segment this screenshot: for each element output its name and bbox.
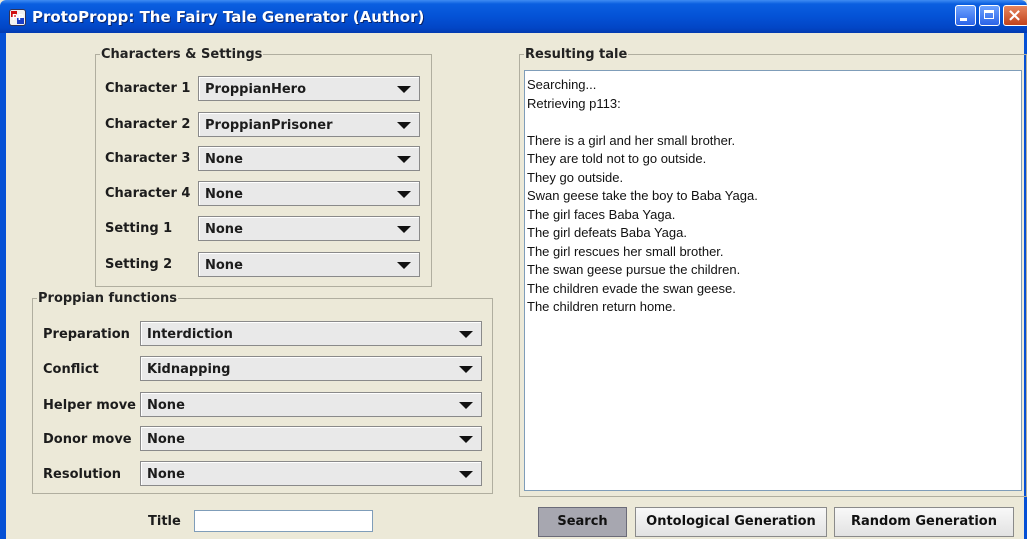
preparation-select[interactable]: Interdiction [140, 321, 482, 346]
character-4-select[interactable]: None [198, 181, 420, 206]
title-label: Title [148, 514, 181, 529]
tale-line: Searching... [527, 77, 597, 92]
setting-1-value: None [205, 222, 243, 237]
tale-line: The swan geese pursue the children. [527, 262, 741, 277]
chevron-down-icon [459, 366, 473, 373]
tale-line: The children evade the swan geese. [527, 280, 736, 296]
setting-2-label: Setting 2 [105, 257, 173, 272]
character-1-select[interactable]: ProppianHero [198, 76, 420, 101]
app-icon: PP [9, 9, 26, 26]
helper-move-value: None [147, 398, 185, 413]
conflict-select[interactable]: Kidnapping [140, 356, 482, 381]
resolution-select[interactable]: None [140, 461, 482, 486]
close-button[interactable]: × [1003, 5, 1027, 26]
character-4-value: None [205, 187, 243, 202]
tale-line: The girl faces Baba Yaga. [527, 206, 676, 222]
minimize-button[interactable] [955, 5, 976, 26]
ontological-generation-button[interactable]: Ontological Generation [635, 507, 827, 537]
maximize-button[interactable] [979, 5, 1000, 26]
tale-line: They are told not to go outside. [527, 151, 707, 166]
chevron-down-icon [459, 402, 473, 409]
resolution-label: Resolution [43, 467, 122, 482]
character-2-select[interactable]: ProppianPrisoner [198, 112, 420, 137]
conflict-label: Conflict [43, 362, 99, 377]
app-icon-text: PP [12, 13, 24, 22]
character-3-select[interactable]: None [198, 146, 420, 171]
tale-line: Retrieving p113: [527, 95, 621, 111]
setting-1-label: Setting 1 [105, 221, 173, 236]
chevron-down-icon [397, 122, 411, 129]
chevron-down-icon [397, 156, 411, 163]
tale-line: The children return home. [527, 299, 676, 314]
title-input[interactable] [194, 510, 373, 532]
chevron-down-icon [397, 262, 411, 269]
setting-2-select[interactable]: None [198, 252, 420, 277]
conflict-value: Kidnapping [147, 362, 231, 377]
window-frame-left [0, 33, 6, 539]
characters-settings-legend: Characters & Settings [101, 47, 263, 62]
tale-line: The girl defeats Baba Yaga. [527, 225, 687, 240]
helper-move-select[interactable]: None [140, 392, 482, 417]
character-3-label: Character 3 [105, 151, 191, 166]
preparation-label: Preparation [43, 327, 130, 342]
tale-line: There is a girl and her small brother. [527, 132, 736, 148]
character-3-value: None [205, 152, 243, 167]
character-4-label: Character 4 [105, 186, 191, 201]
search-button[interactable]: Search [538, 507, 627, 537]
resulting-tale-legend: Resulting tale [525, 47, 628, 62]
character-1-value: ProppianHero [205, 82, 307, 97]
tale-line: Swan geese take the boy to Baba Yaga. [527, 188, 758, 203]
donor-move-select[interactable]: None [140, 426, 482, 451]
donor-move-label: Donor move [43, 432, 132, 447]
character-2-label: Character 2 [105, 117, 191, 132]
donor-move-value: None [147, 432, 185, 447]
resulting-tale-text[interactable]: Searching... Retrieving p113: There is a… [524, 70, 1022, 491]
chevron-down-icon [459, 331, 473, 338]
helper-move-label: Helper move [43, 398, 136, 413]
character-2-value: ProppianPrisoner [205, 118, 333, 133]
chevron-down-icon [397, 86, 411, 93]
chevron-down-icon [397, 191, 411, 198]
tale-line [527, 113, 1019, 132]
character-1-label: Character 1 [105, 81, 191, 96]
close-icon: × [1007, 5, 1023, 26]
chevron-down-icon [459, 471, 473, 478]
random-generation-button[interactable]: Random Generation [834, 507, 1014, 537]
preparation-value: Interdiction [147, 327, 233, 342]
resolution-value: None [147, 467, 185, 482]
window-title: ProtoPropp: The Fairy Tale Generator (Au… [32, 8, 425, 26]
proppian-functions-legend: Proppian functions [38, 291, 177, 306]
chevron-down-icon [459, 436, 473, 443]
setting-1-select[interactable]: None [198, 216, 420, 241]
title-bar[interactable]: PP ProtoPropp: The Fairy Tale Generator … [0, 0, 1027, 33]
tale-line: They go outside. [527, 169, 624, 185]
setting-2-value: None [205, 258, 243, 273]
tale-line: The girl rescues her small brother. [527, 243, 724, 259]
chevron-down-icon [397, 226, 411, 233]
